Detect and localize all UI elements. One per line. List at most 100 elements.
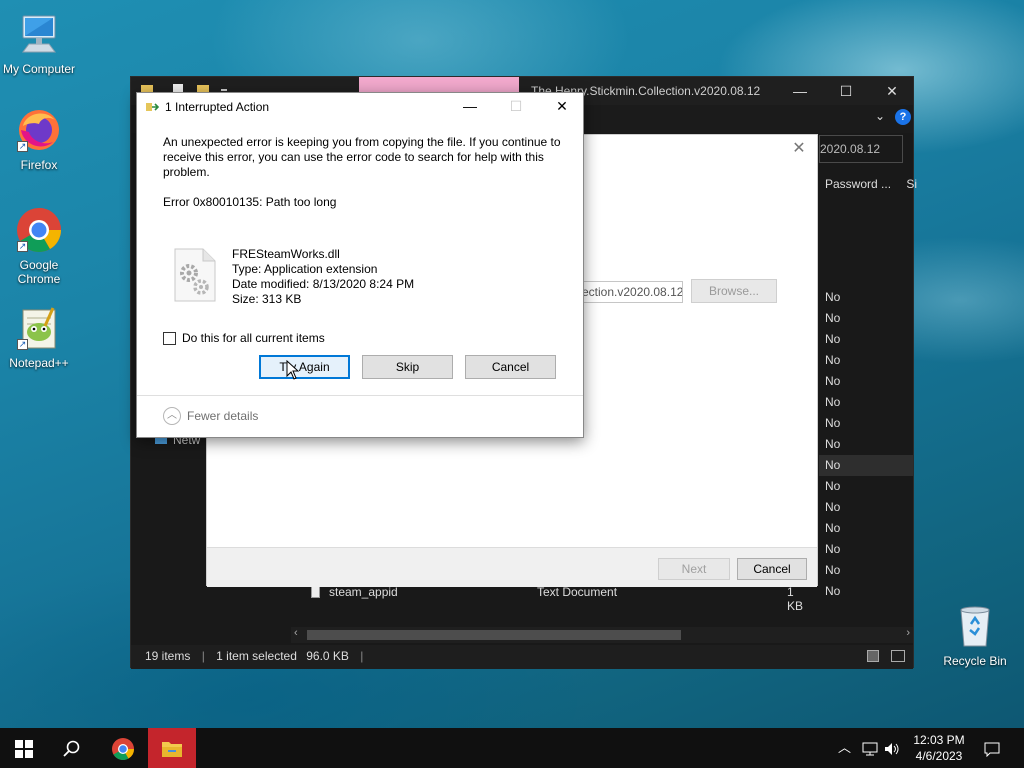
firefox-icon: ↗ [15,106,63,154]
wizard-footer: Next Cancel [207,547,817,587]
close-button[interactable]: ✕ [869,77,915,105]
wizard-cancel-button[interactable]: Cancel [737,558,807,580]
dialog-minimize-button[interactable]: — [447,93,493,119]
status-selected: 1 item selected [216,649,297,663]
password-value: No [825,584,841,598]
recycle-bin-icon [951,602,999,650]
next-button[interactable]: Next [658,558,730,580]
chevron-up-icon: ︿ [163,407,181,425]
status-bar: 19 items | 1 item selected 96.0 KB | [131,645,913,669]
network-icon[interactable] [862,728,878,768]
horizontal-scrollbar[interactable]: ‹ › [291,627,913,643]
dialog-close-button[interactable]: ✕ [539,93,585,119]
clock-date: 4/6/2023 [915,749,963,763]
file-date-modified: Date modified: 8/13/2020 8:24 PM [232,277,415,291]
desktop-icon-recycle-bin[interactable]: Recycle Bin [937,602,1013,668]
ribbon-expand-icon[interactable]: ⌄ [875,109,885,123]
clock-time: 12:03 PM [913,733,965,747]
checkbox-box[interactable] [163,331,176,345]
column-header-password[interactable]: Password ... Si [825,177,917,191]
error-code: Error 0x80010135: Path too long [163,195,337,209]
desktop-icon-my-computer[interactable]: My Computer [1,10,77,76]
fewer-details-label: Fewer details [187,409,259,423]
try-again-button[interactable]: Try Again [259,355,350,379]
password-value: No [825,542,841,556]
password-value: No [825,353,841,367]
desktop-icon-label: Firefox [20,158,58,172]
dialog-titlebar: 1 Interrupted Action — ☐ ✕ [137,93,583,121]
taskbar-file-explorer[interactable] [148,728,196,768]
password-column-values: No No No No No No No No No No No No No N… [819,287,913,602]
apply-to-all-checkbox[interactable]: Do this for all current items [163,331,325,345]
wizard-close-icon[interactable]: ✕ [789,139,809,159]
desktop-icon-label: Recycle Bin [943,654,1007,668]
desktop-icon-notepad-plus-plus[interactable]: ↗ Notepad++ [1,304,77,370]
chrome-icon: ↗ [15,206,63,254]
taskbar: ︿ 12:03 PM 4/6/2023 [0,728,1024,768]
column-header-size-label: Si [906,177,918,191]
dll-file-icon [174,248,216,302]
destination-path-input[interactable]: ection.v2020.08.12 [579,281,683,303]
scroll-right-icon[interactable]: › [906,627,910,639]
desktop-icon-label: Notepad++ [9,356,69,370]
interrupted-action-dialog: 1 Interrupted Action — ☐ ✕ An unexpected… [136,92,584,438]
computer-icon [15,10,63,58]
text-file-icon [311,586,320,598]
file-details: FRESteamWorks.dll Type: Application exte… [232,247,414,307]
copy-action-icon [146,103,160,111]
password-value: No [825,290,841,304]
volume-icon[interactable] [884,728,900,768]
file-type: Type: Application extension [232,262,378,276]
browse-button[interactable]: Browse... [691,279,777,303]
password-value: No [825,332,841,346]
fewer-details-toggle[interactable]: ︿ Fewer details [163,407,258,425]
show-hidden-icons-icon[interactable]: ︿ [838,728,851,768]
dialog-cancel-button[interactable]: Cancel [465,355,556,379]
taskbar-chrome[interactable] [99,728,147,768]
file-size: 1 KB [787,585,804,613]
password-value: No [825,416,841,430]
search-icon [63,740,80,757]
shortcut-arrow-icon: ↗ [17,241,28,252]
notifications-button[interactable] [984,728,1000,768]
search-button[interactable] [48,728,96,768]
help-icon[interactable]: ? [895,109,911,125]
chrome-icon [112,737,134,760]
password-value: No [825,437,841,451]
file-size: Size: 313 KB [232,292,302,306]
notification-icon [984,742,1000,757]
checkbox-label: Do this for all current items [182,331,325,345]
shortcut-arrow-icon: ↗ [17,141,28,152]
start-button[interactable] [0,728,48,768]
error-message: An unexpected error is keeping you from … [163,135,561,179]
scrollbar-thumb[interactable] [307,630,681,640]
details-view-icon[interactable] [867,650,879,662]
file-name: FRESteamWorks.dll [232,247,340,261]
file-name: steam_appid [329,585,398,599]
desktop-icon-label: My Computer [2,62,76,76]
large-icons-view-icon[interactable] [891,650,905,662]
desktop-icon-google-chrome[interactable]: ↗ Google Chrome [1,206,77,286]
search-input[interactable]: 2020.08.12 [819,135,903,163]
system-clock[interactable]: 12:03 PM 4/6/2023 [904,732,974,764]
password-value: No [825,521,841,535]
folder-icon [162,741,182,757]
password-value: No [825,479,841,493]
password-value: No [825,311,841,325]
password-value: No [825,500,841,514]
notepad-plus-plus-icon: ↗ [15,304,63,352]
maximize-button[interactable]: ☐ [823,77,869,105]
skip-button[interactable]: Skip [362,355,453,379]
windows-logo-icon [15,739,33,758]
password-value: No [825,563,841,577]
dialog-title: 1 Interrupted Action [165,100,270,114]
desktop-icon-firefox[interactable]: ↗ Firefox [1,106,77,172]
column-header-password-label: Password ... [825,177,892,191]
scroll-left-icon[interactable]: ‹ [294,627,298,639]
dialog-maximize-button: ☐ [509,98,523,114]
dialog-separator [137,395,583,396]
minimize-button[interactable]: — [777,77,823,105]
password-value: No [825,374,841,388]
shortcut-arrow-icon: ↗ [17,339,28,350]
mouse-cursor-icon [286,360,300,380]
